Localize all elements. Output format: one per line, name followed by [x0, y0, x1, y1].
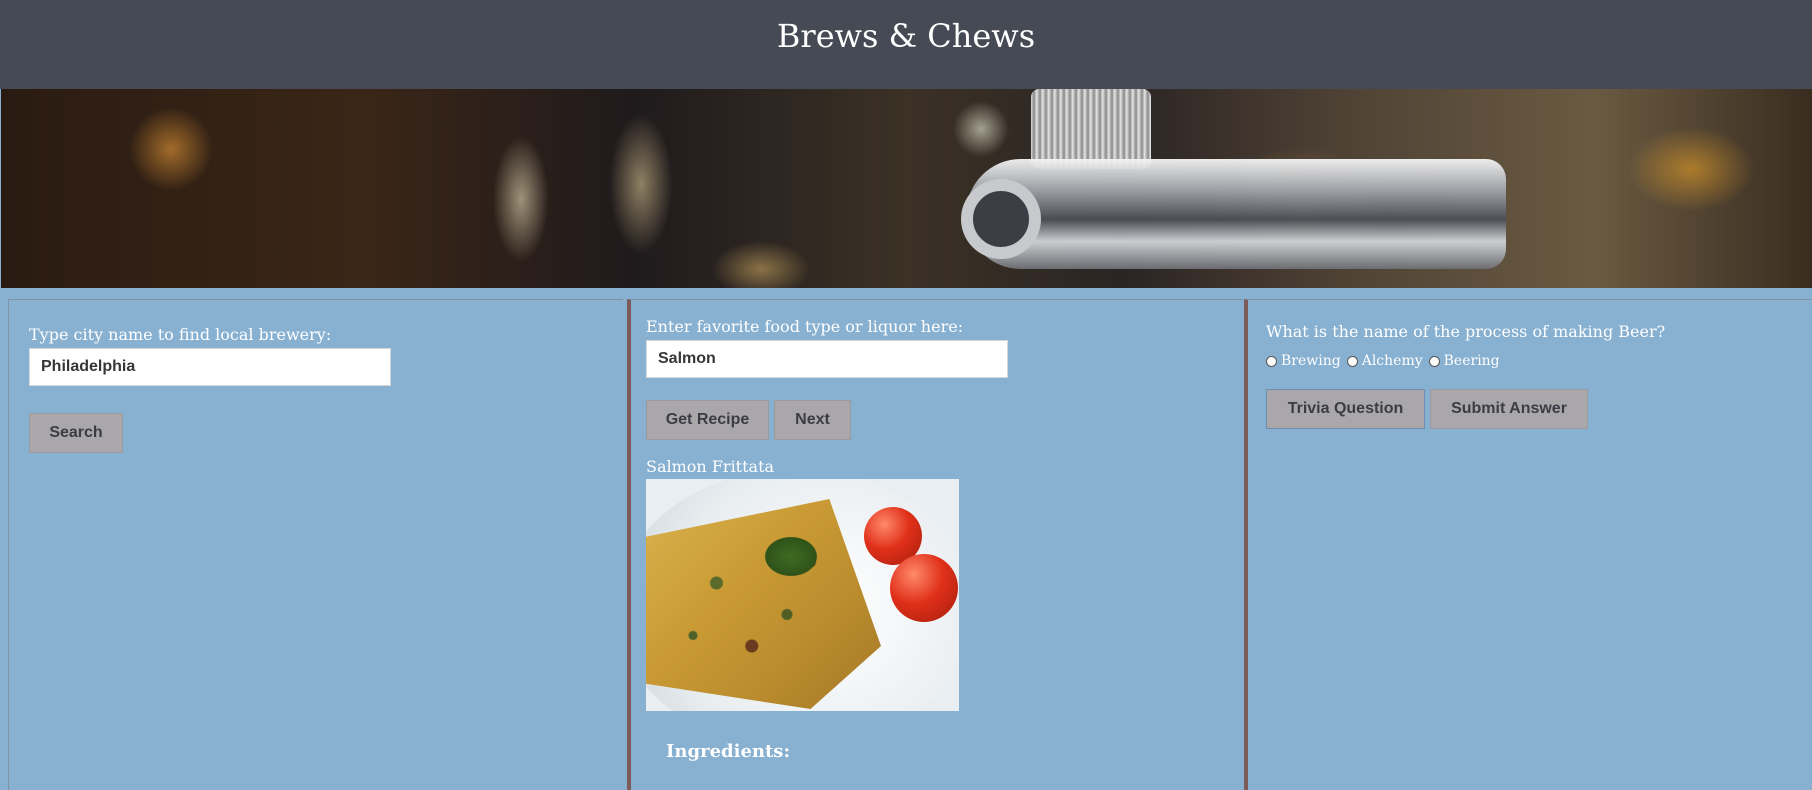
- beer-tap-knob: [1031, 89, 1151, 169]
- submit-answer-button[interactable]: Submit Answer: [1430, 389, 1588, 429]
- get-recipe-button[interactable]: Get Recipe: [646, 400, 769, 440]
- radio-label: Alchemy: [1361, 353, 1423, 369]
- brewery-panel: Type city name to find local brewery: Ph…: [8, 299, 623, 790]
- radio-label: Beering: [1443, 353, 1500, 369]
- radio-option-alchemy[interactable]: [1346, 355, 1358, 367]
- next-recipe-button[interactable]: Next: [774, 400, 851, 440]
- trivia-panel: What is the name of the process of makin…: [1244, 299, 1812, 790]
- radio-option-brewing[interactable]: [1266, 355, 1277, 367]
- herb-garnish: [761, 534, 821, 579]
- brewery-search-button[interactable]: Search: [29, 413, 123, 453]
- ingredients-heading: Ingredients:: [666, 741, 791, 762]
- hero-banner-image: [1, 89, 1812, 288]
- recipe-search-label: Enter favorite food type or liquor here:: [646, 317, 964, 336]
- beer-tap-body: [966, 159, 1506, 269]
- trivia-question-button[interactable]: Trivia Question: [1266, 389, 1425, 429]
- brewery-search-label: Type city name to find local brewery:: [29, 325, 332, 344]
- recipe-panel: Enter favorite food type or liquor here:…: [627, 299, 1243, 790]
- beer-tap-ring: [961, 179, 1041, 259]
- trivia-options: Brewing Alchemy Beering: [1266, 353, 1506, 369]
- radio-label: Brewing: [1281, 353, 1341, 369]
- radio-option-beering[interactable]: [1428, 355, 1440, 367]
- trivia-question: What is the name of the process of makin…: [1266, 322, 1666, 341]
- recipe-image: [646, 479, 959, 711]
- food-search-input[interactable]: Salmon: [646, 340, 1008, 378]
- city-search-input[interactable]: Philadelphia: [29, 348, 391, 386]
- site-header: Brews & Chews: [0, 0, 1812, 89]
- page-title: Brews & Chews: [776, 17, 1036, 55]
- tomato: [890, 554, 958, 622]
- recipe-title: Salmon Frittata: [646, 457, 775, 476]
